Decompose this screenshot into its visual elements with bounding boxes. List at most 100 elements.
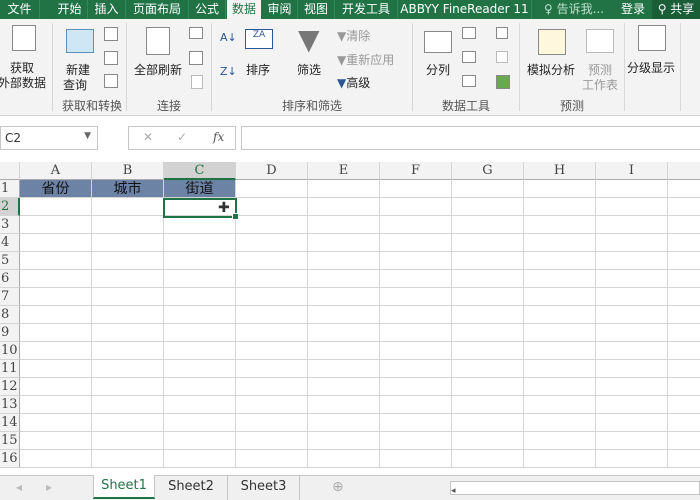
- row-header-2[interactable]: 2: [0, 198, 20, 216]
- cell-D8[interactable]: [236, 306, 308, 324]
- cell-F8[interactable]: [380, 306, 452, 324]
- data-validation-icon[interactable]: [462, 75, 476, 87]
- cell-E1[interactable]: [308, 180, 380, 198]
- cell-G10[interactable]: [452, 342, 524, 360]
- cell-F7[interactable]: [380, 288, 452, 306]
- cell-J6[interactable]: [668, 270, 700, 288]
- cell-I12[interactable]: [596, 378, 668, 396]
- cell-G9[interactable]: [452, 324, 524, 342]
- row-header-4[interactable]: 4: [0, 234, 20, 252]
- cell-J7[interactable]: [668, 288, 700, 306]
- row-header-14[interactable]: 14: [0, 414, 20, 432]
- insert-function-icon[interactable]: fx: [213, 130, 224, 144]
- row-header-9[interactable]: 9: [0, 324, 20, 342]
- cell-B10[interactable]: [92, 342, 164, 360]
- cell-C11[interactable]: [164, 360, 236, 378]
- cell-F3[interactable]: [380, 216, 452, 234]
- cell-A12[interactable]: [20, 378, 92, 396]
- row-header-16[interactable]: 16: [0, 450, 20, 468]
- cell-G15[interactable]: [452, 432, 524, 450]
- cell-I1[interactable]: [596, 180, 668, 198]
- cancel-icon[interactable]: ✕: [143, 130, 153, 144]
- cell-A2[interactable]: [20, 198, 92, 216]
- cell-I10[interactable]: [596, 342, 668, 360]
- cell-E9[interactable]: [308, 324, 380, 342]
- sort-button[interactable]: 排序: [246, 61, 270, 78]
- cell-G5[interactable]: [452, 252, 524, 270]
- cell-F11[interactable]: [380, 360, 452, 378]
- cell-F12[interactable]: [380, 378, 452, 396]
- cell-F9[interactable]: [380, 324, 452, 342]
- edit-links-icon[interactable]: [191, 75, 203, 89]
- cell-D16[interactable]: [236, 450, 308, 468]
- enter-icon[interactable]: ✓: [177, 130, 187, 144]
- cell-B8[interactable]: [92, 306, 164, 324]
- row-header-6[interactable]: 6: [0, 270, 20, 288]
- cell-E3[interactable]: [308, 216, 380, 234]
- cell-A16[interactable]: [20, 450, 92, 468]
- cell-J8[interactable]: [668, 306, 700, 324]
- cell-J10[interactable]: [668, 342, 700, 360]
- row-header-8[interactable]: 8: [0, 306, 20, 324]
- cell-J14[interactable]: [668, 414, 700, 432]
- tab-abbyy[interactable]: ABBYY FineReader 11: [398, 0, 532, 19]
- cell-A3[interactable]: [20, 216, 92, 234]
- cell-I15[interactable]: [596, 432, 668, 450]
- cell-A4[interactable]: [20, 234, 92, 252]
- cell-E4[interactable]: [308, 234, 380, 252]
- cell-J5[interactable]: [668, 252, 700, 270]
- row-header-13[interactable]: 13: [0, 396, 20, 414]
- cell-G11[interactable]: [452, 360, 524, 378]
- cell-H9[interactable]: [524, 324, 596, 342]
- sheet-tab-sheet3[interactable]: Sheet3: [228, 476, 300, 500]
- show-queries-icon[interactable]: [104, 27, 118, 41]
- cell-C9[interactable]: [164, 324, 236, 342]
- column-header-F[interactable]: F: [380, 162, 452, 180]
- cell-H12[interactable]: [524, 378, 596, 396]
- cell-C15[interactable]: [164, 432, 236, 450]
- tell-me-search[interactable]: ♀ 告诉我...: [536, 0, 612, 19]
- share-button[interactable]: ⚲ 共享: [652, 0, 700, 19]
- connections-icon[interactable]: [189, 27, 203, 39]
- properties-icon[interactable]: [189, 51, 203, 65]
- cell-B12[interactable]: [92, 378, 164, 396]
- sort-z-a-button[interactable]: Z↓: [220, 65, 237, 78]
- row-header-15[interactable]: 15: [0, 432, 20, 450]
- cell-D7[interactable]: [236, 288, 308, 306]
- cell-G1[interactable]: [452, 180, 524, 198]
- worksheet-grid[interactable]: A B C D E F G H I 1 省份 城市 街道 2 3 4 5 6 7 8 9 10 11 12 13 14 15 16 ✚: [0, 162, 700, 475]
- cell-J15[interactable]: [668, 432, 700, 450]
- cell-J3[interactable]: [668, 216, 700, 234]
- cell-D3[interactable]: [236, 216, 308, 234]
- new-query-label[interactable]: 查询: [63, 76, 87, 93]
- row-header-11[interactable]: 11: [0, 360, 20, 378]
- cell-I8[interactable]: [596, 306, 668, 324]
- cell-D5[interactable]: [236, 252, 308, 270]
- cell-A5[interactable]: [20, 252, 92, 270]
- cell-A14[interactable]: [20, 414, 92, 432]
- cell-D2[interactable]: [236, 198, 308, 216]
- tab-developer[interactable]: 开发工具: [335, 0, 398, 19]
- cell-E14[interactable]: [308, 414, 380, 432]
- cell-I11[interactable]: [596, 360, 668, 378]
- cell-G2[interactable]: [452, 198, 524, 216]
- cell-D1[interactable]: [236, 180, 308, 198]
- cell-J13[interactable]: [668, 396, 700, 414]
- cell-E15[interactable]: [308, 432, 380, 450]
- cell-A13[interactable]: [20, 396, 92, 414]
- column-header-I[interactable]: I: [596, 162, 668, 180]
- cell-G16[interactable]: [452, 450, 524, 468]
- cell-A1[interactable]: 省份: [20, 180, 92, 198]
- cell-I14[interactable]: [596, 414, 668, 432]
- cell-D14[interactable]: [236, 414, 308, 432]
- sheet-tab-sheet2[interactable]: Sheet2: [155, 476, 228, 500]
- add-sheet-icon[interactable]: ⊕: [332, 479, 344, 495]
- cell-C4[interactable]: [164, 234, 236, 252]
- cell-A10[interactable]: [20, 342, 92, 360]
- cell-C8[interactable]: [164, 306, 236, 324]
- cell-A11[interactable]: [20, 360, 92, 378]
- cell-B7[interactable]: [92, 288, 164, 306]
- cell-E7[interactable]: [308, 288, 380, 306]
- cell-H10[interactable]: [524, 342, 596, 360]
- cell-B5[interactable]: [92, 252, 164, 270]
